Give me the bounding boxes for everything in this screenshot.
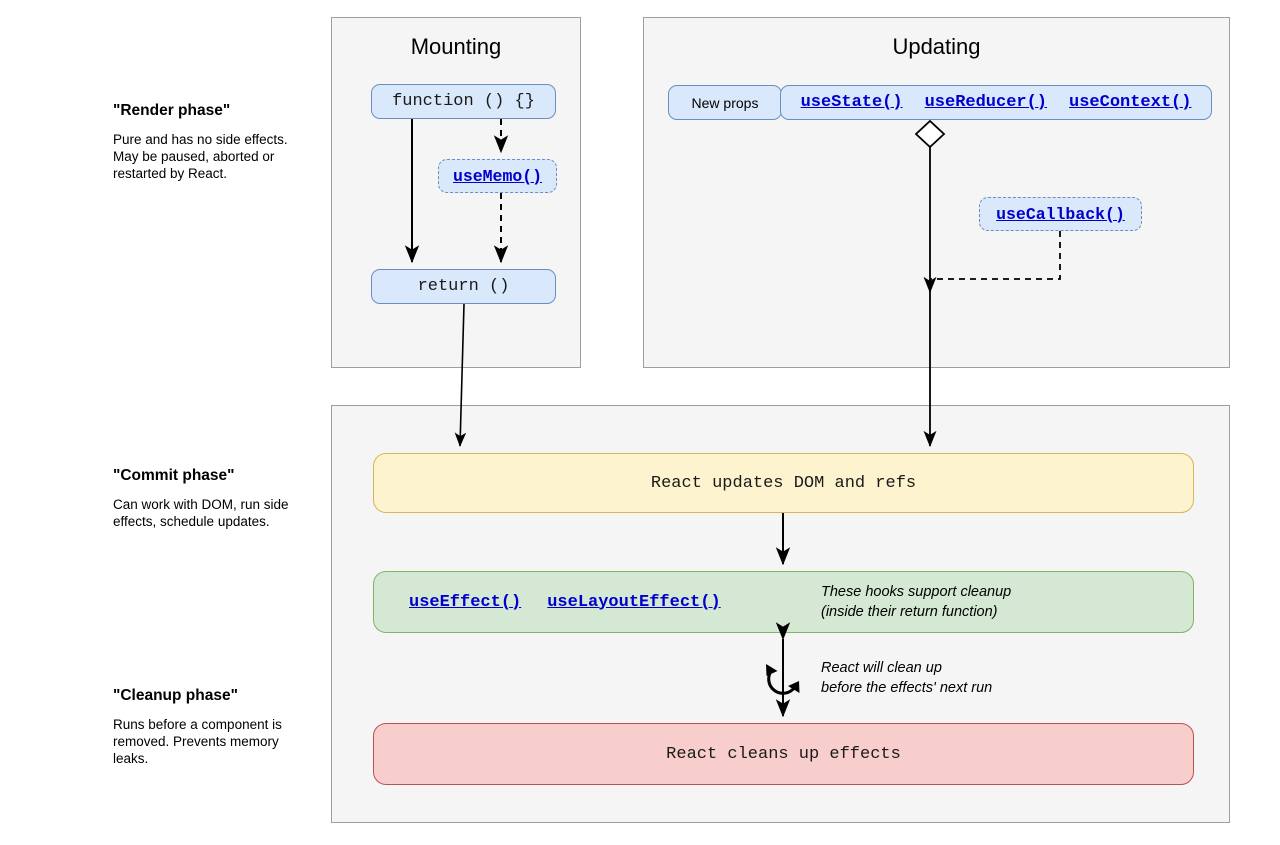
panel-title-mounting: Mounting <box>410 34 502 59</box>
diagram-canvas: "Render phase" Pure and has no side effe… <box>0 0 1280 845</box>
loop-note-line2: before the effects' next run <box>821 680 993 696</box>
node-effect-hooks[interactable]: useEffect() useLayoutEffect() <box>373 571 1194 633</box>
phase-description-render: Pure and has no side effects. May be pau… <box>113 132 288 181</box>
phase-title-render: "Render phase" <box>113 102 231 119</box>
hook-useeffect[interactable]: useEffect() <box>409 593 521 612</box>
node-function[interactable]: function () {} <box>371 84 556 119</box>
node-new-props[interactable]: New props <box>668 85 782 120</box>
phase-title-cleanup: "Cleanup phase" <box>113 687 238 704</box>
phase-description-commit: Can work with DOM, run side effects, sch… <box>113 497 289 529</box>
node-return[interactable]: return () <box>371 269 556 304</box>
node-react-updates-dom[interactable]: React updates DOM and refs <box>373 453 1194 513</box>
node-new-props-label: New props <box>691 94 759 111</box>
node-usememo[interactable]: useMemo() <box>438 159 557 193</box>
loop-note-line1: React will clean up <box>821 660 942 676</box>
node-usememo-label: useMemo() <box>452 166 543 186</box>
node-function-label: function () {} <box>392 92 535 111</box>
node-return-label: return () <box>417 277 510 296</box>
node-react-cleans-up-effects-label: React cleans up effects <box>666 744 901 764</box>
loop-note: React will clean up before the effects' … <box>821 658 992 698</box>
hook-usereducer[interactable]: useReducer() <box>925 93 1047 112</box>
phase-description-cleanup: Runs before a component is removed. Prev… <box>113 717 282 766</box>
hook-uselayouteffect[interactable]: useLayoutEffect() <box>547 593 720 612</box>
node-usecallback[interactable]: useCallback() <box>979 197 1142 231</box>
hook-usestate[interactable]: useState() <box>801 93 903 112</box>
phase-title-commit: "Commit phase" <box>113 467 235 484</box>
node-update-hooks[interactable]: useState() useReducer() useContext() <box>780 85 1212 120</box>
hook-usecontext[interactable]: useContext() <box>1069 93 1191 112</box>
effect-cleanup-note-line1: These hooks support cleanup <box>821 584 1012 600</box>
node-react-updates-dom-label: React updates DOM and refs <box>650 473 917 493</box>
effect-cleanup-note: These hooks support cleanup (inside thei… <box>821 582 1011 622</box>
effect-cleanup-note-line2: (inside their return function) <box>821 604 998 620</box>
node-usecallback-label: useCallback() <box>996 204 1125 224</box>
panel-title-updating: Updating <box>892 34 981 59</box>
panel-updating: Updating <box>643 17 1230 368</box>
node-react-cleans-up-effects[interactable]: React cleans up effects <box>373 723 1194 785</box>
